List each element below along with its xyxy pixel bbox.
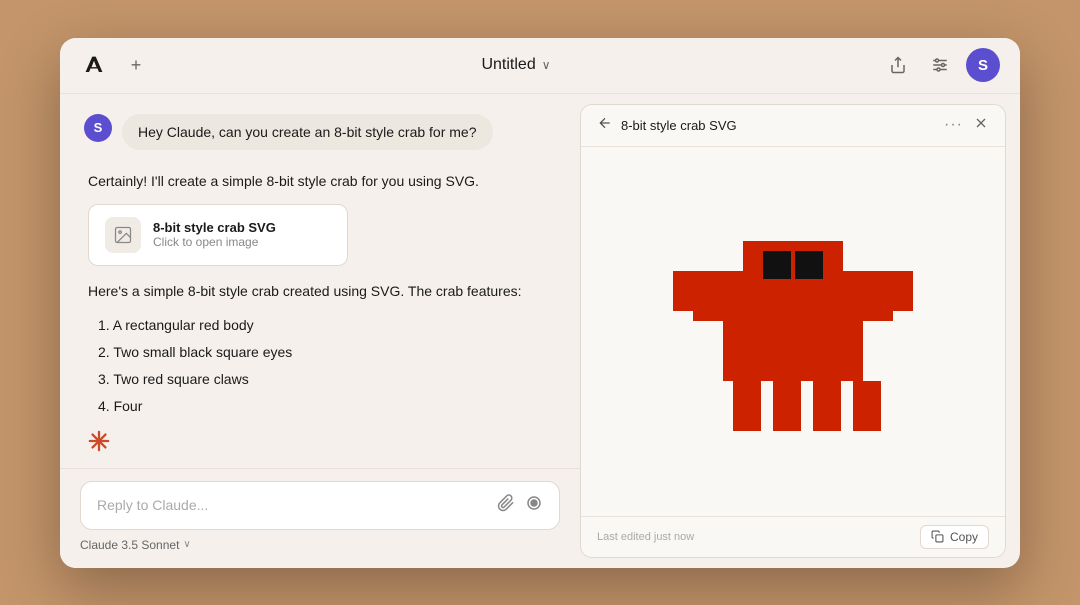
chat-input-placeholder: Reply to Claude... [97, 497, 497, 513]
loading-icon [88, 430, 552, 458]
title-bar-left: + [80, 51, 150, 79]
user-avatar[interactable]: S [966, 48, 1000, 82]
artifact-panel-title: 8-bit style crab SVG [621, 118, 737, 133]
copy-icon [931, 530, 944, 543]
response-list: 1. A rectangular red body 2. Two small b… [88, 312, 552, 421]
close-icon [973, 115, 989, 131]
crab-svg [633, 191, 953, 471]
input-icons [497, 494, 543, 517]
mic-icon [525, 494, 543, 512]
artifact-card-title: 8-bit style crab SVG [153, 220, 276, 235]
anthropic-logo [80, 51, 108, 79]
artifact-panel-left: 8-bit style crab SVG [597, 115, 737, 136]
artifact-card-subtitle: Click to open image [153, 235, 276, 249]
paperclip-icon [497, 494, 515, 512]
new-chat-button[interactable]: + [122, 51, 150, 79]
anthropic-logo-svg [80, 51, 108, 79]
record-icon[interactable] [525, 494, 543, 517]
settings-button[interactable] [924, 49, 956, 81]
list-item: 1. A rectangular red body [98, 312, 552, 339]
user-bubble: Hey Claude, can you create an 8-bit styl… [122, 114, 493, 150]
artifact-close-button[interactable] [973, 115, 989, 136]
back-button[interactable] [597, 115, 613, 136]
share-icon [889, 56, 907, 74]
artifact-panel-right: ··· [944, 115, 989, 136]
chat-panel: S Hey Claude, can you create an 8-bit st… [60, 94, 580, 568]
image-icon [113, 225, 133, 245]
chat-messages: S Hey Claude, can you create an 8-bit st… [60, 94, 580, 468]
back-arrow-icon [597, 115, 613, 131]
response-intro: Here's a simple 8-bit style crab created… [88, 280, 552, 304]
model-name: Claude 3.5 Sonnet [80, 538, 179, 552]
artifact-card[interactable]: 8-bit style crab SVG Click to open image [88, 204, 348, 266]
title-center[interactable]: Untitled ∨ [481, 56, 550, 74]
artifact-menu-button[interactable]: ··· [944, 116, 963, 134]
artifact-card-info: 8-bit style crab SVG Click to open image [153, 220, 276, 249]
model-chevron-icon: ∨ [183, 539, 190, 550]
share-button[interactable] [882, 49, 914, 81]
list-item: 2. Two small black square eyes [98, 339, 552, 366]
list-item: 3. Two red square claws [98, 366, 552, 393]
settings-icon [931, 56, 949, 74]
artifact-panel: 8-bit style crab SVG ··· [580, 104, 1006, 558]
list-item: 4. Four [98, 393, 552, 420]
assistant-intro-text: Certainly! I'll create a simple 8-bit st… [88, 170, 552, 192]
assistant-message: Certainly! I'll create a simple 8-bit st… [84, 170, 556, 459]
page-title: Untitled [481, 56, 535, 74]
crab-svg-container [601, 167, 985, 496]
app-window: + Untitled ∨ S [60, 38, 1020, 568]
artifact-panel-header: 8-bit style crab SVG ··· [581, 105, 1005, 147]
main-area: S Hey Claude, can you create an 8-bit st… [60, 94, 1020, 568]
title-chevron-icon: ∨ [542, 58, 551, 72]
user-message-row: S Hey Claude, can you create an 8-bit st… [84, 114, 556, 150]
user-avatar-small: S [84, 114, 112, 142]
title-bar-right: S [882, 48, 1000, 82]
footer-timestamp: Last edited just now [597, 531, 694, 543]
attach-icon[interactable] [497, 494, 515, 517]
copy-button[interactable]: Copy [920, 525, 989, 549]
model-selector[interactable]: Claude 3.5 Sonnet ∨ [80, 538, 560, 552]
artifact-card-icon [105, 217, 141, 253]
title-bar: + Untitled ∨ S [60, 38, 1020, 94]
chat-input-box[interactable]: Reply to Claude... [80, 481, 560, 530]
artifact-content [581, 147, 1005, 516]
chat-input-area: Reply to Claude... [60, 468, 580, 568]
artifact-footer: Last edited just now Copy [581, 516, 1005, 557]
copy-label: Copy [950, 530, 978, 544]
asterisk-icon [88, 430, 110, 452]
